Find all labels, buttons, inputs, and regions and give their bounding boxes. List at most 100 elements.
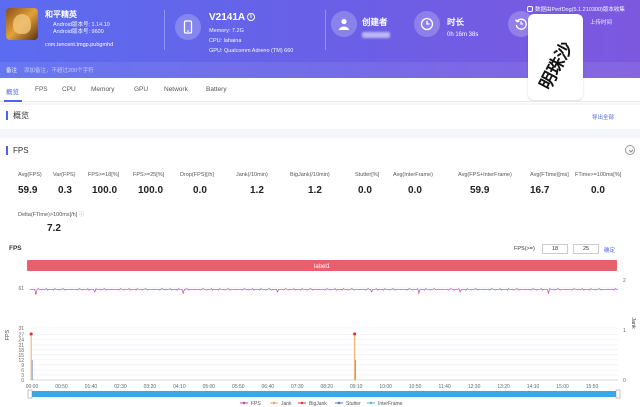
bigjank-marker [352,331,357,336]
x-tick-label: 09:10 [350,384,363,390]
duration-value: 0h 16m 38s [447,32,479,38]
tab-memory[interactable]: Memory [91,86,114,93]
fps-series-line [29,288,618,295]
apply-button[interactable]: 确定 [604,246,615,254]
metric-value: 16.7 [530,185,550,196]
x-tick-label: 05:50 [232,384,245,390]
overview-card [0,105,640,129]
android-code: Android版本号: 9600 [53,29,104,35]
y2-tick-label: 0 [623,378,626,384]
metric-value: 1.2 [250,185,264,196]
metric-label: Avg(FPS+InterFrame) [458,172,512,178]
duration-label: 时长 [447,17,465,27]
y-tick-label: 31 [18,326,24,332]
metric-value: 0.0 [193,185,207,196]
metric-value: 59.9 [470,185,490,196]
tab-network[interactable]: Network [164,86,188,93]
game-icon [6,8,38,40]
legend-label: Stutter [346,401,361,407]
android-version: Android版本号: 1.14.10 [53,22,110,28]
export-all-link[interactable]: 导出全部 [592,113,614,121]
divider [325,10,326,50]
help-icon[interactable]: ⓘ [77,212,85,218]
fps-high-input[interactable]: 25 [573,244,599,254]
y-tick-label: 27 [18,333,24,339]
y2-tick-label: 2 [623,278,626,284]
divider [164,10,165,50]
tab-fps[interactable]: FPS [35,86,48,93]
legend-marker [369,401,373,405]
legend-marker [337,401,341,405]
metric-label: Avg(FTime)[ms] [530,172,569,178]
metric-label: FPS>=18[%] [88,172,120,178]
metric-value: 0.0 [591,185,605,196]
metric-value: 7.2 [47,223,61,234]
tab-gpu[interactable]: GPU [134,86,148,93]
x-tick-label: 04:10 [173,384,186,390]
x-tick-label: 00:00 [26,384,39,390]
note-input[interactable]: 添加备注，不超过200个字符 [24,66,94,74]
phone-icon [175,14,201,40]
metric-value: 100.0 [92,185,118,196]
range-slider-track [30,391,618,397]
fps-chart: label103691215182124273161012FPSJank00:0… [5,260,636,407]
metric-value: 1.2 [308,185,322,196]
x-tick-label: 13:20 [497,384,510,390]
metric-label: Drop(FPS)[/h] [180,172,214,178]
legend-marker [300,401,304,405]
legend-label: BigJank [309,401,327,407]
tab-cpu[interactable]: CPU [62,86,76,93]
metric-value: 0.0 [358,185,372,196]
x-tick-label: 02:30 [114,384,127,390]
creator-name-redacted [362,32,390,38]
fps-section-title: FPS [6,146,29,155]
select-icon[interactable] [527,6,533,12]
metric-label: Stutter[%] [355,172,380,178]
fps-low-input[interactable]: 18 [542,244,568,254]
x-tick-label: 07:30 [291,384,304,390]
label-band-text: label1 [314,264,331,270]
active-tab-indicator [4,100,22,102]
legend-label: InterFrame [378,401,403,407]
y2-axis-title: Jank [630,317,636,329]
metric-label: Delta(FTime)>100ms[/h] ⓘ [18,212,85,218]
x-tick-label: 05:00 [203,384,216,390]
creator-label: 创建者 [362,17,388,27]
metric-value: 100.0 [138,185,164,196]
metric-label: Jank(/10min) [236,172,268,178]
info-icon[interactable]: i [247,13,255,21]
bigjank-marker [29,331,34,336]
x-tick-label: 06:40 [262,384,275,390]
metric-label: Avg(InterFrame) [393,172,433,178]
y2-tick-label: 1 [623,328,626,334]
chart-title: FPS [9,245,22,252]
x-tick-label: 03:20 [144,384,157,390]
data-source-text: 数据由PerfDog(5.1.210300)版本收集 [535,7,625,13]
tab-overview[interactable]: 概览 [6,86,19,96]
x-tick-label: 00:50 [55,384,68,390]
x-tick-label: 01:40 [85,384,98,390]
metric-value: 59.9 [18,185,38,196]
fps-filter-label: FPS(>=) [514,246,535,252]
y-tick-label: 61 [18,286,24,292]
tab-bar: 概览 FPS CPU Memory GPU Network Battery [0,80,640,102]
device-cpu: CPU: lahaina [209,38,242,44]
legend-marker [272,401,276,405]
x-tick-label: 10:00 [379,384,392,390]
clock-icon [414,11,440,37]
range-slider-handle-right [615,389,621,399]
metric-label: FTime>=100ms[%] [575,172,622,178]
x-tick-label: 12:30 [468,384,481,390]
metric-label: BigJank(/10min) [290,172,330,178]
collapse-button[interactable] [625,145,635,155]
legend-label: FPS [251,401,261,407]
device-gpu: GPU: Qualcomm Adreno (TM) 660 [209,48,294,54]
x-tick-label: 10:50 [409,384,422,390]
tab-battery[interactable]: Battery [206,86,227,93]
upload-time-label: 上传时间 [590,20,613,26]
device-name: V2141A i [209,12,255,23]
legend-marker [242,401,246,405]
x-tick-label: 15:50 [586,384,599,390]
range-slider-handle-left [27,389,33,399]
user-icon [331,11,357,37]
